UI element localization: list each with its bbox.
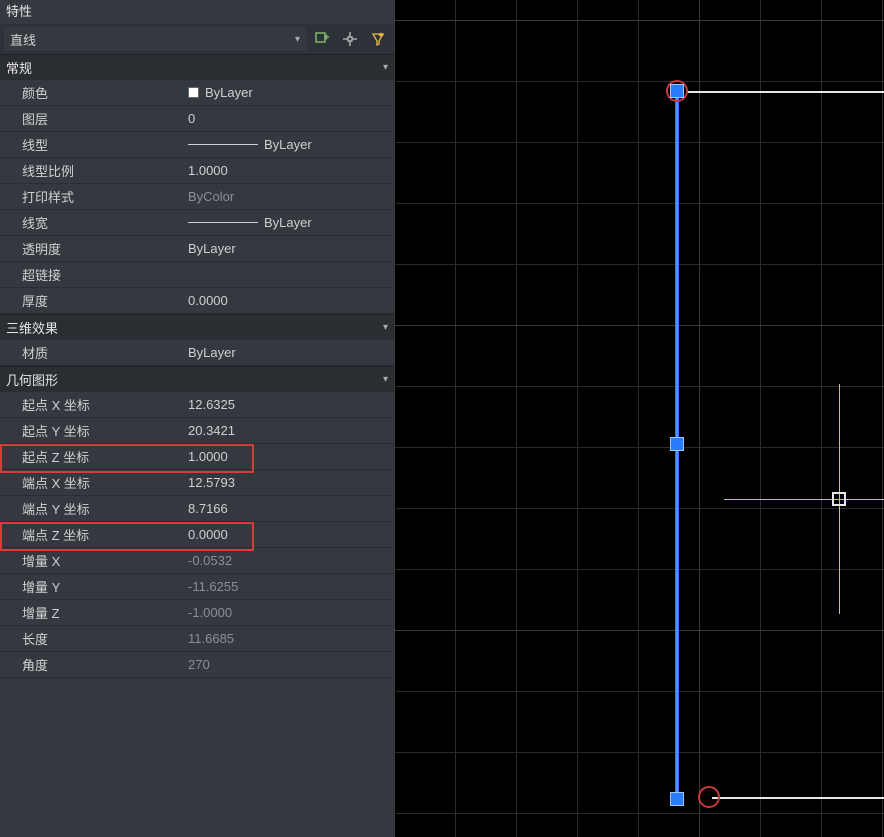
- endpoint-marker-icon: [698, 786, 720, 808]
- prop-row-startz: 起点 Z 坐标 1.0000: [0, 444, 394, 470]
- prop-label-thickness: 厚度: [0, 288, 180, 313]
- prop-value-linetype[interactable]: ByLayer: [180, 132, 394, 157]
- prop-value-material[interactable]: ByLayer: [180, 340, 394, 365]
- prop-label-hyperlink: 超链接: [0, 262, 180, 287]
- prop-label-endy: 端点 Y 坐标: [0, 496, 180, 521]
- prop-value-endx[interactable]: 12.5793: [180, 470, 394, 495]
- prop-row-endx: 端点 X 坐标 12.5793: [0, 470, 394, 496]
- prop-label-starty: 起点 Y 坐标: [0, 418, 180, 443]
- prop-value-angle: 270: [180, 652, 394, 677]
- prop-value-endy[interactable]: 8.7166: [180, 496, 394, 521]
- prop-value-transparency[interactable]: ByLayer: [180, 236, 394, 261]
- prop-value-startz[interactable]: 1.0000: [180, 444, 394, 469]
- caret-icon: ▾: [383, 322, 388, 333]
- prop-row-hyperlink: 超链接: [0, 262, 394, 288]
- prop-row-startx: 起点 X 坐标 12.6325: [0, 392, 394, 418]
- prop-label-angle: 角度: [0, 652, 180, 677]
- prop-row-length: 长度 11.6685: [0, 626, 394, 652]
- prop-label-startx: 起点 X 坐标: [0, 392, 180, 417]
- chevron-down-icon: ▾: [295, 34, 300, 45]
- prop-row-deltax: 增量 X -0.0532: [0, 548, 394, 574]
- prop-label-startz: 起点 Z 坐标: [0, 444, 180, 469]
- prop-row-starty: 起点 Y 坐标 20.3421: [0, 418, 394, 444]
- prop-value-deltax: -0.0532: [180, 548, 394, 573]
- prop-label-lineweight: 线宽: [0, 210, 180, 235]
- prop-label-plotstyle: 打印样式: [0, 184, 180, 209]
- prop-label-color: 颜色: [0, 80, 180, 105]
- section-geometry-header[interactable]: 几何图形 ▾: [0, 366, 394, 392]
- prop-label-length: 长度: [0, 626, 180, 651]
- prop-row-layer: 图层 0: [0, 106, 394, 132]
- prop-row-endy: 端点 Y 坐标 8.7166: [0, 496, 394, 522]
- caret-icon: ▾: [383, 374, 388, 385]
- section-general-label: 常规: [6, 58, 32, 77]
- prop-row-deltaz: 增量 Z -1.0000: [0, 600, 394, 626]
- prop-value-ltscale[interactable]: 1.0000: [180, 158, 394, 183]
- prop-label-linetype: 线型: [0, 132, 180, 157]
- prop-value-deltaz: -1.0000: [180, 600, 394, 625]
- panel-title: 特性: [0, 0, 394, 24]
- prop-label-ltscale: 线型比例: [0, 158, 180, 183]
- prop-row-transparency: 透明度 ByLayer: [0, 236, 394, 262]
- linetype-preview-icon: [188, 144, 258, 145]
- select-objects-icon[interactable]: [338, 27, 362, 51]
- prop-row-material: 材质 ByLayer: [0, 340, 394, 366]
- prop-label-deltaz: 增量 Z: [0, 600, 180, 625]
- section-general-header[interactable]: 常规 ▾: [0, 54, 394, 80]
- prop-value-lineweight[interactable]: ByLayer: [180, 210, 394, 235]
- quick-select-icon[interactable]: [366, 27, 390, 51]
- prop-value-hyperlink[interactable]: [180, 262, 394, 287]
- grip-mid[interactable]: [670, 437, 684, 451]
- prop-row-deltay: 增量 Y -11.6255: [0, 574, 394, 600]
- crosshair-horizontal: [724, 499, 884, 500]
- object-type-value: 直线: [10, 30, 36, 49]
- prop-value-startx[interactable]: 12.6325: [180, 392, 394, 417]
- prop-row-ltscale: 线型比例 1.0000: [0, 158, 394, 184]
- prop-row-plotstyle: 打印样式 ByColor: [0, 184, 394, 210]
- prop-label-deltay: 增量 Y: [0, 574, 180, 599]
- properties-panel: 特性 直线 ▾ 常规 ▾ 颜色 ByLayer 图层 0 线型: [0, 0, 394, 837]
- grip-start[interactable]: [670, 84, 684, 98]
- color-swatch-icon: [188, 87, 199, 98]
- prop-row-angle: 角度 270: [0, 652, 394, 678]
- prop-value-thickness[interactable]: 0.0000: [180, 288, 394, 313]
- drawing-viewport[interactable]: [394, 0, 884, 837]
- prop-row-linetype: 线型 ByLayer: [0, 132, 394, 158]
- prop-row-endz: 端点 Z 坐标 0.0000: [0, 522, 394, 548]
- prop-label-layer: 图层: [0, 106, 180, 131]
- prop-label-deltax: 增量 X: [0, 548, 180, 573]
- toggle-pickadd-icon[interactable]: [310, 27, 334, 51]
- object-type-toolbar: 直线 ▾: [0, 24, 394, 54]
- prop-value-layer[interactable]: 0: [180, 106, 394, 131]
- prop-label-endz: 端点 Z 坐标: [0, 522, 180, 547]
- section-geometry-label: 几何图形: [6, 370, 58, 389]
- prop-value-plotstyle: ByColor: [180, 184, 394, 209]
- prop-value-starty[interactable]: 20.3421: [180, 418, 394, 443]
- prop-label-endx: 端点 X 坐标: [0, 470, 180, 495]
- line-segment: [687, 91, 884, 93]
- prop-value-deltay: -11.6255: [180, 574, 394, 599]
- section-3d-label: 三维效果: [6, 318, 58, 337]
- prop-label-material: 材质: [0, 340, 180, 365]
- caret-icon: ▾: [383, 62, 388, 73]
- prop-row-thickness: 厚度 0.0000: [0, 288, 394, 314]
- grid: [394, 0, 884, 837]
- grip-end[interactable]: [670, 792, 684, 806]
- lineweight-preview-icon: [188, 222, 258, 223]
- prop-value-endz[interactable]: 0.0000: [180, 522, 394, 547]
- prop-row-lineweight: 线宽 ByLayer: [0, 210, 394, 236]
- prop-value-color[interactable]: ByLayer: [180, 80, 394, 105]
- cursor-pickbox-icon: [832, 492, 846, 506]
- prop-row-color: 颜色 ByLayer: [0, 80, 394, 106]
- prop-value-length: 11.6685: [180, 626, 394, 651]
- object-type-dropdown[interactable]: 直线 ▾: [4, 27, 306, 51]
- line-segment: [712, 797, 884, 799]
- prop-label-transparency: 透明度: [0, 236, 180, 261]
- section-3d-header[interactable]: 三维效果 ▾: [0, 314, 394, 340]
